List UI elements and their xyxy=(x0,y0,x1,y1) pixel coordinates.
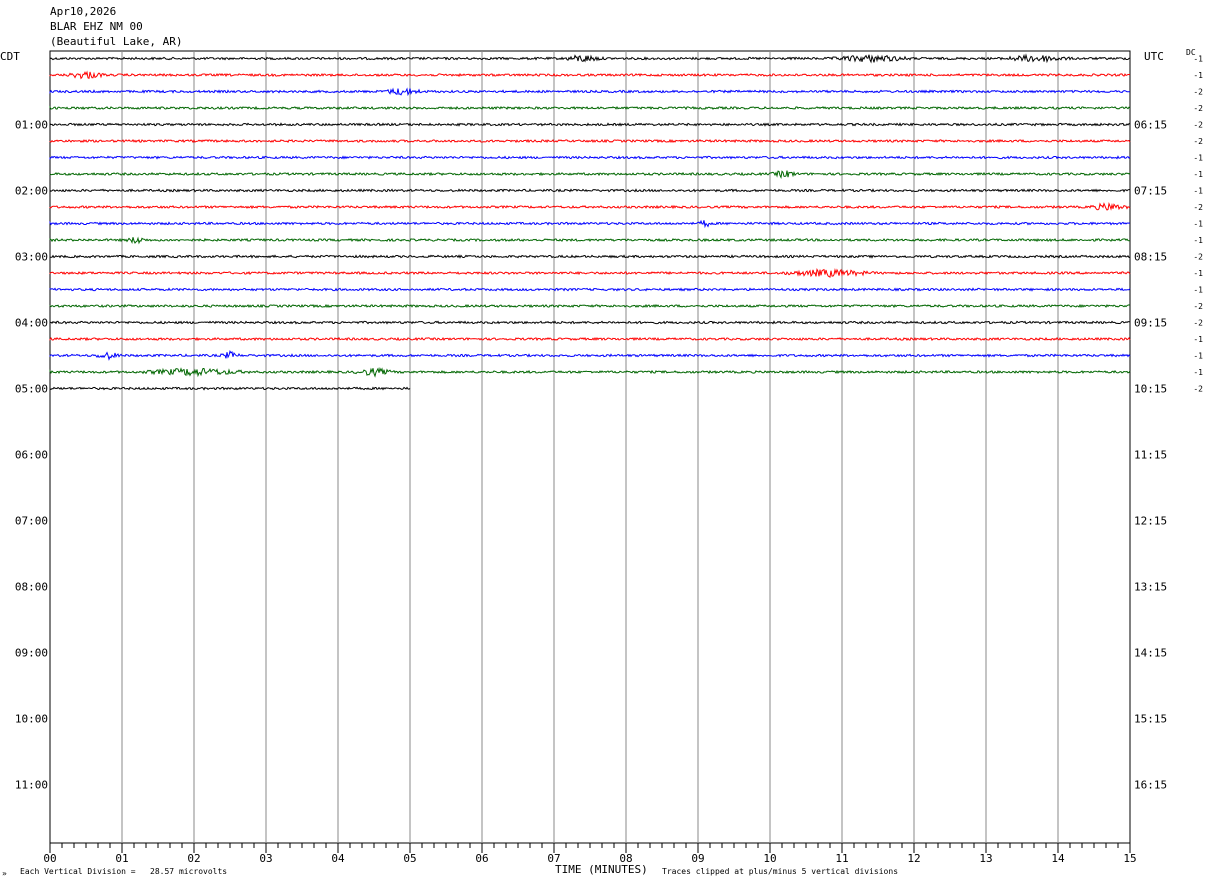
dc-offset-label: -1 xyxy=(1193,368,1203,377)
seismic-trace xyxy=(49,53,1131,64)
x-tick-label: 05 xyxy=(403,852,416,865)
left-hour-label: 07:00 xyxy=(15,515,48,528)
right-hour-label: 16:15 xyxy=(1134,779,1167,792)
x-tick-label: 09 xyxy=(691,852,704,865)
right-hour-label: 10:15 xyxy=(1134,383,1167,396)
dc-offset-label: -2 xyxy=(1193,137,1203,146)
x-tick-label: 03 xyxy=(259,852,272,865)
seismic-trace xyxy=(49,254,1131,259)
seismic-trace xyxy=(49,268,1131,278)
dc-offset-label: -1 xyxy=(1193,335,1203,344)
dc-offset-label: -1 xyxy=(1193,236,1203,245)
x-tick-label: 10 xyxy=(763,852,776,865)
dc-offset-label: -2 xyxy=(1193,104,1203,113)
left-hour-label: 08:00 xyxy=(15,581,48,594)
seismic-trace xyxy=(49,336,1131,342)
dc-offset-label: -2 xyxy=(1193,319,1203,328)
dc-offset-label: -1 xyxy=(1193,220,1203,229)
right-hour-label: 08:15 xyxy=(1134,251,1167,264)
dc-offset-label: -2 xyxy=(1193,302,1203,311)
dc-offset-label: -1 xyxy=(1193,352,1203,361)
seismic-trace xyxy=(49,105,1131,111)
dc-offset-label: -1 xyxy=(1193,154,1203,163)
dc-offset-label: -1 xyxy=(1193,187,1203,196)
right-hour-label: 11:15 xyxy=(1134,449,1167,462)
x-axis-title: TIME (MINUTES) xyxy=(555,863,648,876)
dc-offset-label: -2 xyxy=(1193,203,1203,212)
x-tick-label: 01 xyxy=(115,852,128,865)
dc-offset-label: -1 xyxy=(1193,71,1203,80)
seismic-trace xyxy=(49,170,1131,180)
right-hour-label: 15:15 xyxy=(1134,713,1167,726)
dc-offset-label: -1 xyxy=(1193,286,1203,295)
dc-offset-label: -2 xyxy=(1193,121,1203,130)
dc-offset-label: -1 xyxy=(1193,55,1203,64)
seismic-trace xyxy=(49,87,1130,97)
x-tick-label: 02 xyxy=(187,852,200,865)
seismic-trace xyxy=(49,188,1130,193)
seismic-trace xyxy=(49,138,1131,144)
left-hour-label: 04:00 xyxy=(15,317,48,330)
seismic-trace xyxy=(49,236,1131,245)
right-hour-label: 09:15 xyxy=(1134,317,1167,330)
seismic-trace xyxy=(49,122,1131,127)
seismic-trace xyxy=(49,303,1131,309)
dc-offset-label: -2 xyxy=(1193,253,1203,262)
dc-offset-label: -1 xyxy=(1193,269,1203,278)
x-tick-label: 00 xyxy=(43,852,56,865)
seismic-trace xyxy=(49,201,1131,211)
left-hour-label: 09:00 xyxy=(15,647,48,660)
helicorder-plot: 00 01 02 03 04 05 06 07 08 09 10 11 12 13 14 1501:0002:… xyxy=(15,50,1203,865)
left-hour-label: 05:00 xyxy=(15,383,48,396)
left-hour-label: 06:00 xyxy=(15,449,48,462)
right-hour-label: 07:15 xyxy=(1134,185,1167,198)
corner-mark: » xyxy=(2,869,7,878)
left-hour-label: 11:00 xyxy=(15,779,48,792)
seismic-trace xyxy=(49,350,1131,361)
left-hour-label: 01:00 xyxy=(15,119,48,132)
right-hour-label: 14:15 xyxy=(1134,647,1167,660)
x-tick-label: 04 xyxy=(331,852,345,865)
dc-offset-label: -1 xyxy=(1193,170,1203,179)
seismic-trace xyxy=(49,155,1131,160)
right-hour-label: 06:15 xyxy=(1134,119,1167,132)
x-tick-label: 14 xyxy=(1051,852,1065,865)
scale-note: Each Vertical Division = 28.57 microvolt… xyxy=(20,867,228,876)
left-hour-label: 10:00 xyxy=(15,713,48,726)
seismic-trace xyxy=(49,367,1131,378)
dc-offset-label: -2 xyxy=(1193,88,1203,97)
x-tick-label: 15 xyxy=(1123,852,1136,865)
clip-note: Traces clipped at plus/minus 5 vertical … xyxy=(662,867,899,876)
seismic-trace xyxy=(49,320,1131,325)
x-tick-label: 06 xyxy=(475,852,488,865)
seismic-trace xyxy=(49,70,1131,80)
x-tick-label: 11 xyxy=(835,852,848,865)
seismic-trace xyxy=(49,287,1131,292)
right-hour-label: 12:15 xyxy=(1134,515,1167,528)
seismic-trace xyxy=(49,386,411,391)
right-hour-label: 13:15 xyxy=(1134,581,1167,594)
x-tick-label: 13 xyxy=(979,852,992,865)
dc-offset-label: -2 xyxy=(1193,385,1203,394)
left-hour-label: 03:00 xyxy=(15,251,48,264)
left-hour-label: 02:00 xyxy=(15,185,48,198)
x-tick-label: 12 xyxy=(907,852,920,865)
seismic-trace xyxy=(49,219,1131,229)
plot-frame xyxy=(49,50,1131,844)
